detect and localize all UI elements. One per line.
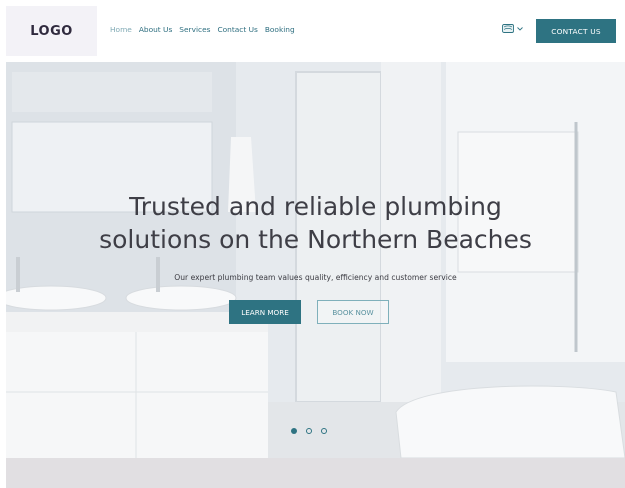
carousel-dot-2[interactable] xyxy=(306,428,312,434)
carousel-indicators xyxy=(291,428,327,434)
bathroom-background-image xyxy=(6,62,625,458)
hero-title-line-2: solutions on the Northern Beaches xyxy=(99,225,532,254)
nav-contact-us[interactable]: Contact Us xyxy=(217,25,257,34)
nav-booking[interactable]: Booking xyxy=(265,25,295,34)
carousel-dot-1[interactable] xyxy=(291,428,297,434)
language-selector[interactable] xyxy=(502,24,523,34)
book-now-button[interactable]: BOOK NOW xyxy=(317,300,389,324)
main-nav: Home About Us Services Contact Us Bookin… xyxy=(110,25,295,34)
nav-home[interactable]: Home xyxy=(110,25,132,34)
hero-title: Trusted and reliable plumbing solutions … xyxy=(6,190,625,256)
learn-more-button[interactable]: LEARN MORE xyxy=(229,300,301,324)
hero-banner: Trusted and reliable plumbing solutions … xyxy=(6,62,625,458)
contact-us-button[interactable]: CONTACT US xyxy=(536,19,616,43)
chevron-down-icon xyxy=(517,27,523,31)
logo-text: LOGO xyxy=(30,23,73,39)
next-section-strip xyxy=(6,458,625,488)
nav-about-us[interactable]: About Us xyxy=(139,25,172,34)
hero-title-line-1: Trusted and reliable plumbing xyxy=(129,192,502,221)
carousel-dot-3[interactable] xyxy=(321,428,327,434)
nav-services[interactable]: Services xyxy=(179,25,210,34)
hero-subtitle: Our expert plumbing team values quality,… xyxy=(174,273,457,282)
flag-icon xyxy=(502,24,514,33)
site-header: LOGO Home About Us Services Contact Us B… xyxy=(0,0,625,62)
logo[interactable]: LOGO xyxy=(6,6,97,56)
